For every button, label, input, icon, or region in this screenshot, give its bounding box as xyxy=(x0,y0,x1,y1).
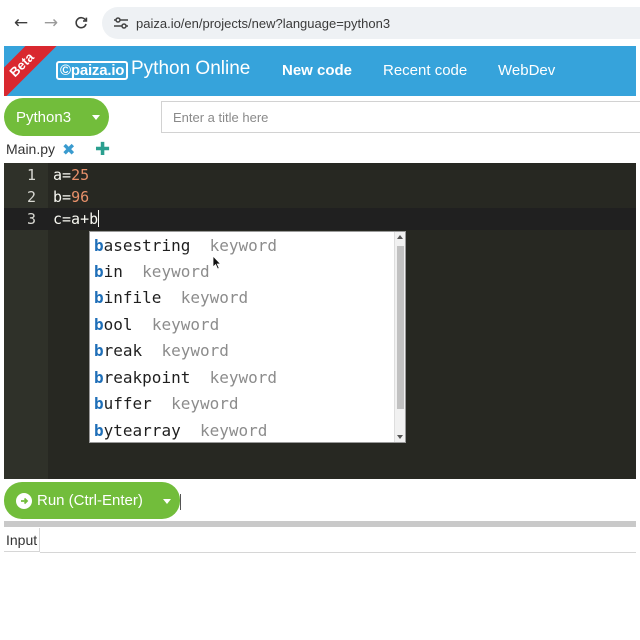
run-button[interactable]: Run (Ctrl-Enter) xyxy=(4,482,180,519)
chevron-down-icon[interactable] xyxy=(163,499,171,504)
language-select-button[interactable]: Python3 xyxy=(4,98,109,136)
autocomplete-item[interactable]: buffer keyword xyxy=(90,391,396,417)
nav-new-code[interactable]: New code xyxy=(282,62,352,79)
line-number: 2 xyxy=(26,188,36,206)
code-line-active[interactable]: 3 c=a+b xyxy=(4,208,636,230)
close-icon[interactable]: ✖ xyxy=(62,140,75,159)
back-arrow-icon[interactable]: ← xyxy=(6,8,36,38)
autocomplete-item[interactable]: binfile keyword xyxy=(90,285,396,311)
language-label: Python3 xyxy=(16,108,72,126)
run-label: Run (Ctrl-Enter) xyxy=(37,492,143,509)
paiza-logo[interactable]: ©paiza.io xyxy=(56,61,129,80)
code-text: b=96 xyxy=(53,188,90,206)
reload-icon[interactable] xyxy=(66,8,96,38)
line-number: 1 xyxy=(26,166,36,184)
nav-webdev[interactable]: WebDev xyxy=(498,62,555,79)
add-file-icon[interactable]: ✚ xyxy=(95,139,110,160)
mouse-pointer-icon xyxy=(212,255,222,270)
title-input[interactable] xyxy=(161,101,640,133)
autocomplete-item[interactable]: bin keyword xyxy=(90,259,396,285)
code-text: c=a+b xyxy=(53,210,100,228)
autocomplete-item[interactable]: bool keyword xyxy=(90,312,396,338)
text-cursor xyxy=(180,494,181,510)
site-settings-icon[interactable] xyxy=(112,14,130,32)
nav-recent-code[interactable]: Recent code xyxy=(383,62,467,79)
scroll-down-icon[interactable] xyxy=(397,435,403,439)
text-cursor xyxy=(98,210,100,227)
autocomplete-item[interactable]: basestring keyword xyxy=(90,233,396,259)
file-tab-main[interactable]: Main.py xyxy=(6,141,55,157)
address-bar[interactable]: paiza.io/en/projects/new?language=python… xyxy=(102,7,640,39)
panel-divider[interactable] xyxy=(4,521,636,527)
code-text: a=25 xyxy=(53,166,90,184)
app-title[interactable]: Python Online xyxy=(131,58,250,80)
autocomplete-item[interactable]: break keyword xyxy=(90,338,396,364)
run-bar: Run (Ctrl-Enter) xyxy=(4,481,636,521)
browser-toolbar: ← → paiza.io/en/projects/new?language=py… xyxy=(0,0,640,46)
scroll-up-icon[interactable] xyxy=(397,235,403,239)
code-line[interactable]: 1 a=25 xyxy=(4,164,636,186)
play-circle-icon xyxy=(16,492,32,509)
forward-arrow-icon[interactable]: → xyxy=(36,8,66,38)
autocomplete-scrollbar[interactable] xyxy=(394,232,405,442)
tab-input[interactable]: Input xyxy=(4,528,40,552)
beta-ribbon: Beta xyxy=(4,46,64,96)
url-text: paiza.io/en/projects/new?language=python… xyxy=(136,15,391,31)
line-number: 3 xyxy=(26,210,36,228)
chevron-down-icon xyxy=(92,115,100,120)
autocomplete-popup[interactable]: basestring keyword bin keyword binfile k… xyxy=(89,231,406,443)
scrollbar-thumb[interactable] xyxy=(397,246,404,409)
app-header: Beta ©paiza.io Python Online New code Re… xyxy=(4,46,636,96)
autocomplete-item[interactable]: bytearray keyword xyxy=(90,418,396,442)
code-line[interactable]: 2 b=96 xyxy=(4,186,636,208)
autocomplete-item[interactable]: breakpoint keyword xyxy=(90,365,396,391)
tab-border xyxy=(40,552,636,553)
